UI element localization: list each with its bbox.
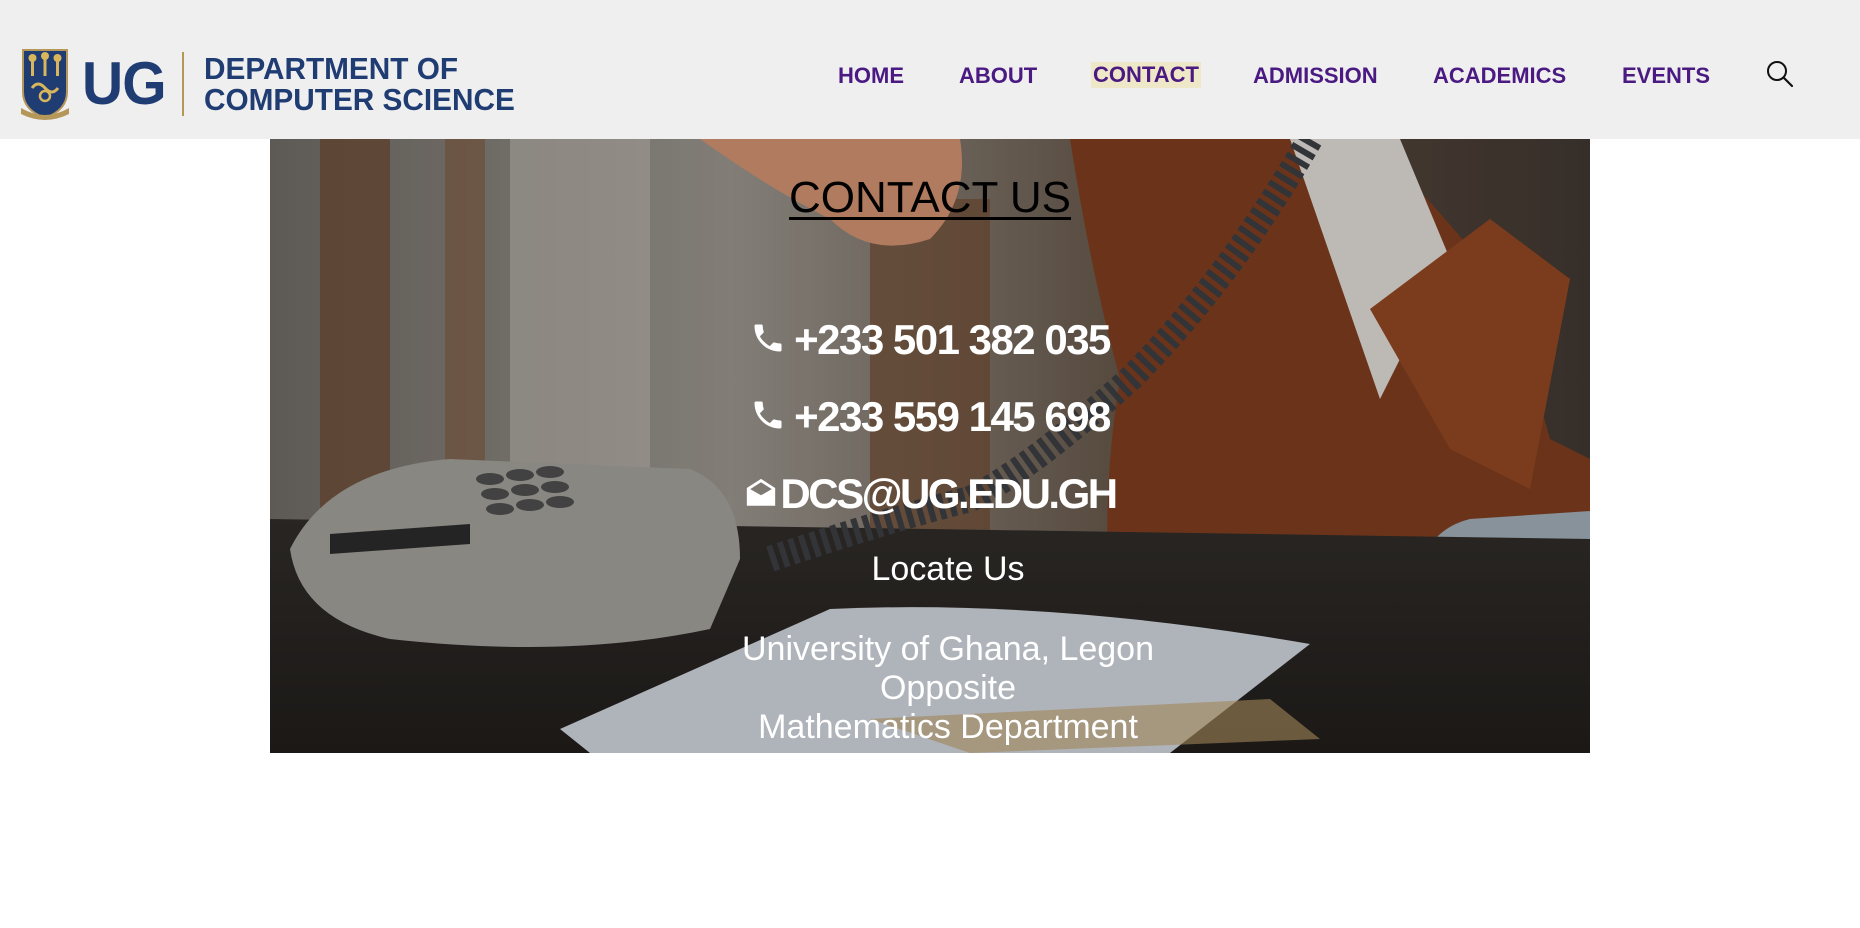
nav-admission[interactable]: ADMISSION: [1253, 63, 1378, 89]
site-header: UG DEPARTMENT OF COMPUTER SCIENCE HOME A…: [0, 0, 1860, 139]
department-name: DEPARTMENT OF COMPUTER SCIENCE: [204, 53, 515, 115]
ug-crest-icon: [21, 49, 69, 120]
email-address: DCS@UG.EDU.GH: [780, 470, 1118, 517]
address-line-3: Mathematics Department: [758, 708, 1138, 746]
department-name-line2: COMPUTER SCIENCE: [204, 82, 515, 117]
nav-about[interactable]: ABOUT: [959, 63, 1037, 89]
phone-row-2[interactable]: +233 559 145 698: [270, 392, 1590, 442]
department-name-line1: DEPARTMENT OF: [204, 51, 459, 86]
phone-icon: [754, 324, 782, 352]
contact-info: CONTACT US +233 501 382 035 +233 559 145…: [270, 139, 1590, 753]
locate-us-heading: Locate Us: [871, 550, 1025, 588]
phone-icon: [754, 401, 782, 429]
phone-row-1[interactable]: +233 501 382 035: [270, 315, 1590, 365]
contact-hero: CONTACT US +233 501 382 035 +233 559 145…: [270, 139, 1590, 753]
phone-number-2: +233 559 145 698: [794, 393, 1111, 440]
logo-abbreviation: UG: [82, 50, 167, 117]
department-logo[interactable]: UG DEPARTMENT OF COMPUTER SCIENCE: [19, 46, 528, 122]
address-line-2: Opposite: [879, 669, 1017, 707]
nav-home[interactable]: HOME: [838, 63, 904, 89]
address-line-1: University of Ghana, Legon: [741, 630, 1155, 668]
address-block: University of Ghana, Legon Opposite Math…: [288, 630, 1590, 747]
nav-academics[interactable]: ACADEMICS: [1433, 63, 1566, 89]
email-row[interactable]: DCS@UG.EDU.GH: [270, 469, 1590, 519]
phone-number-1: +233 501 382 035: [794, 316, 1111, 363]
envelope-open-icon: [747, 478, 776, 506]
page-title: CONTACT US: [789, 173, 1071, 222]
logo-divider: [182, 52, 184, 116]
search-icon[interactable]: [1765, 59, 1795, 89]
nav-events[interactable]: EVENTS: [1622, 63, 1710, 89]
nav-contact[interactable]: CONTACT: [1091, 62, 1201, 88]
